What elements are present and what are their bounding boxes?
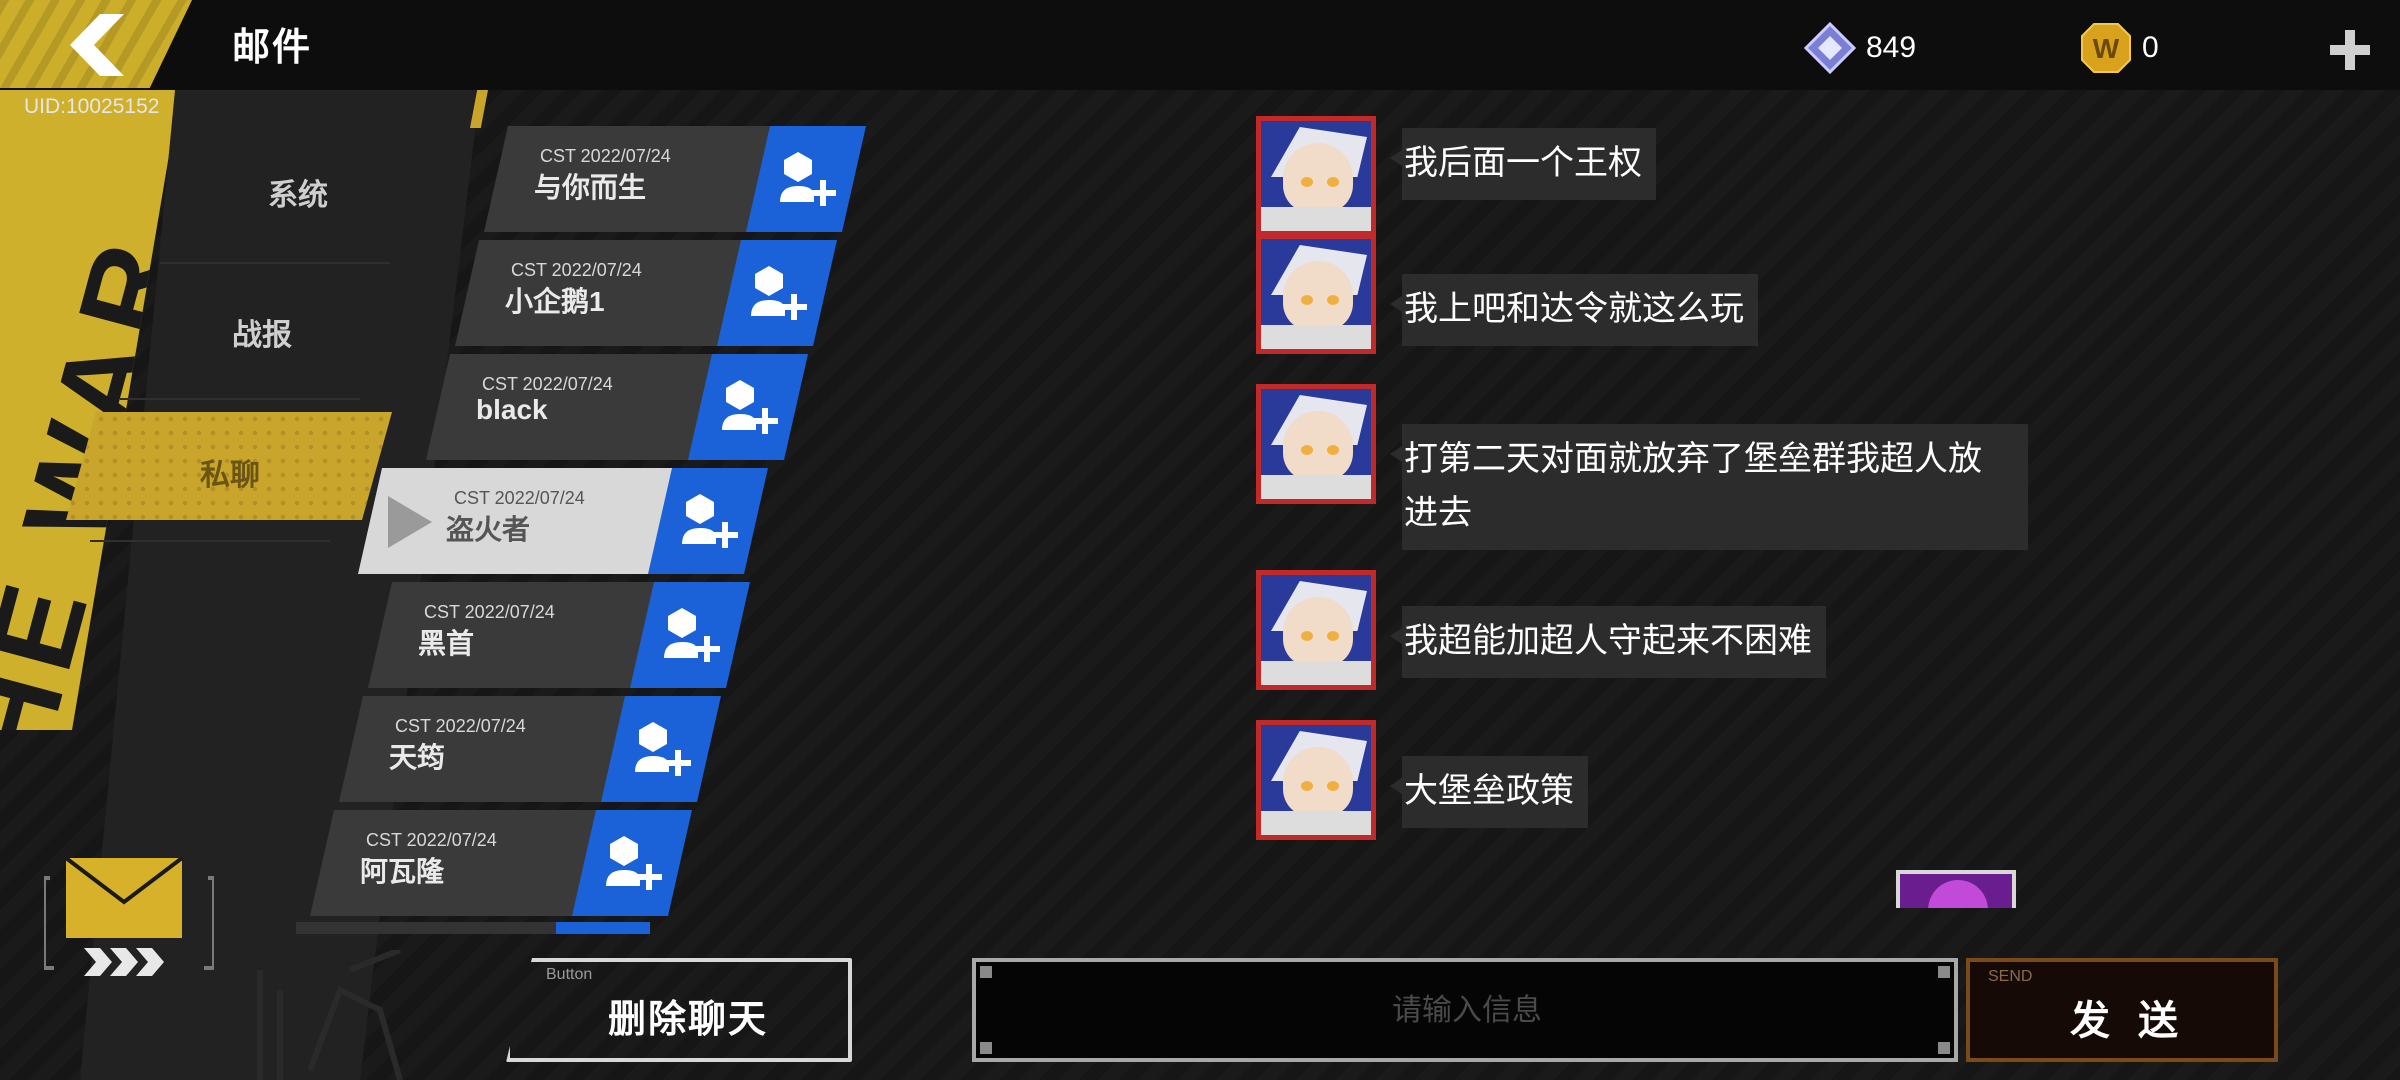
sender-avatar[interactable] (1256, 234, 1376, 354)
contact-date: CST 2022/07/24 (482, 374, 613, 394)
send-caption: SEND (1988, 968, 2033, 985)
add-friend-icon (606, 834, 662, 894)
contact-date: CST 2022/07/24 (540, 146, 671, 166)
coin-count: 0 (2142, 31, 2159, 64)
bubble-tail (1390, 778, 1402, 794)
back-arrow-icon (70, 14, 124, 76)
contact-name: 阿瓦隆 (360, 856, 445, 887)
add-friend-icon (664, 606, 720, 666)
add-friend-icon (780, 150, 836, 210)
contact-date: CST 2022/07/24 (511, 260, 642, 280)
selected-indicator-icon (388, 496, 432, 548)
sender-avatar[interactable] (1256, 570, 1376, 690)
contact-item[interactable]: CST 2022/07/24 盗火者 (358, 468, 778, 574)
contact-date: CST 2022/07/24 (395, 716, 526, 736)
nav-item-private-chat-label: 私聊 (200, 459, 260, 492)
message-bubble: 大堡垒政策 (1390, 756, 1588, 828)
contact-item[interactable]: CST 2022/07/24 天筠 (339, 696, 759, 802)
decorative-emblem (257, 950, 403, 1080)
add-friend-icon (722, 378, 778, 438)
contact-date: CST 2022/07/24 (424, 602, 555, 622)
top-bar (0, 0, 2400, 90)
bubble-tail (1390, 296, 1402, 312)
message-text: 我后面一个王权 (1404, 144, 1642, 182)
delete-chat-caption: Button (546, 966, 593, 983)
coin-currency[interactable]: W 0 (2080, 23, 2159, 73)
contact-name: 盗火者 (446, 514, 531, 545)
message-input-box[interactable] (972, 958, 1958, 1062)
message-text: 大堡垒政策 (1404, 772, 1574, 810)
contact-item[interactable]: CST 2022/07/24 black (426, 354, 846, 460)
message-bubble: 打第二天对面就放弃了堡垒群我超人放进去 (1390, 424, 2028, 550)
message-text: 打第二天对面就放弃了堡垒群我超人放进去 (1404, 440, 1982, 532)
delete-chat-label: 删除聊天 (608, 999, 769, 1041)
message-input[interactable] (976, 962, 1958, 1060)
mail-icon[interactable] (44, 858, 214, 978)
nav-item-system[interactable]: 系统 (268, 170, 328, 214)
gem-icon (1804, 22, 1856, 74)
contact-item[interactable]: CST 2022/07/24 阿瓦隆 (310, 810, 730, 916)
contact-name: 黑首 (418, 628, 475, 659)
add-friend-icon (635, 720, 691, 780)
add-friend-icon (751, 264, 807, 324)
coin-symbol: W (2093, 33, 2120, 64)
bubble-tail (1390, 150, 1402, 166)
coin-icon: W (2081, 23, 2131, 73)
contact-name: 与你而生 (534, 172, 647, 203)
delete-chat-button[interactable]: Button 删除聊天 (506, 958, 852, 1062)
page-title: 邮件 (232, 27, 313, 69)
add-currency-button[interactable] (2326, 26, 2374, 74)
sender-avatar[interactable] (1256, 384, 1376, 504)
bubble-tail (1390, 446, 1402, 462)
send-button[interactable]: SEND 发送 (1966, 958, 2278, 1062)
input-corner (1938, 1042, 1950, 1054)
message-text: 我上吧和达令就这么玩 (1404, 290, 1744, 328)
send-label: 发送 (2070, 999, 2206, 1043)
nav-item-battle-report[interactable]: 战报 (232, 310, 292, 354)
sender-avatar[interactable] (1256, 116, 1376, 236)
sender-avatar[interactable] (1256, 720, 1376, 840)
input-corner (1938, 966, 1950, 978)
contact-name: black (476, 394, 548, 425)
contact-date: CST 2022/07/24 (366, 830, 497, 850)
contact-item[interactable]: CST 2022/07/24 与你而生 (484, 126, 904, 232)
nav-divider (90, 540, 330, 542)
message-bubble: 我后面一个王权 (1390, 128, 1656, 200)
contact-item[interactable]: CST 2022/07/24 小企鹅1 (455, 240, 875, 346)
nav-divider (160, 262, 390, 264)
contact-item[interactable]: CST 2022/07/24 黑首 (368, 582, 788, 688)
message-text: 我超能加超人守起来不困难 (1404, 622, 1812, 660)
message-bubble: 我上吧和达令就这么玩 (1390, 274, 1758, 346)
gem-count: 849 (1866, 31, 1917, 64)
user-id: UID:10025152 (24, 95, 160, 118)
contact-name: 小企鹅1 (505, 286, 605, 317)
contact-date: CST 2022/07/24 (454, 488, 585, 508)
gem-currency[interactable]: 849 (1804, 22, 1917, 74)
input-corner (980, 966, 992, 978)
input-corner (980, 1042, 992, 1054)
contact-name: 天筠 (389, 742, 446, 773)
message-bubble: 我超能加超人守起来不困难 (1390, 606, 1826, 678)
bubble-tail (1390, 628, 1402, 644)
nav-divider (120, 398, 360, 400)
add-friend-icon (682, 492, 738, 552)
partial-avatar (1896, 870, 2016, 908)
contact-list-edge-blue (556, 922, 650, 934)
